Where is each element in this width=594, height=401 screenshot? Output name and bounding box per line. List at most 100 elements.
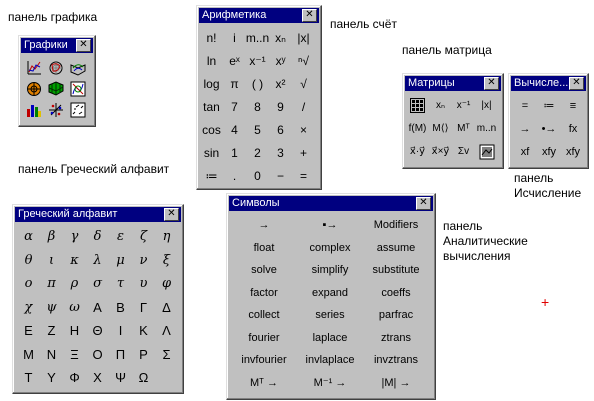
arith-key-28[interactable]: 3: [269, 141, 292, 164]
greek-letter-29[interactable]: Ζ: [40, 319, 63, 343]
symbolic-key-16[interactable]: laplace: [297, 327, 363, 350]
arith-key-19[interactable]: /: [292, 95, 315, 118]
greek-letter-23[interactable]: ω: [63, 296, 86, 320]
graph-tool-scatter-3d[interactable]: [67, 78, 89, 99]
greek-letter-5[interactable]: ζ: [132, 225, 155, 249]
symbolic-key-20[interactable]: invztrans: [363, 349, 429, 372]
greek-letter-46[interactable]: Ψ: [109, 366, 132, 390]
calculus-palette-close-button[interactable]: ✕: [569, 77, 584, 90]
arith-palette-close-button[interactable]: ✕: [302, 9, 317, 22]
greek-letter-21[interactable]: χ: [17, 296, 40, 320]
arith-key-7[interactable]: x⁻¹: [246, 49, 269, 72]
calculus-key-8[interactable]: xfy: [561, 140, 585, 163]
greek-letter-26[interactable]: Γ: [132, 296, 155, 320]
symbolic-key-5[interactable]: assume: [363, 237, 429, 260]
arith-key-15[interactable]: tan: [200, 95, 223, 118]
arith-key-6[interactable]: eˣ: [223, 49, 246, 72]
matrix-key-2[interactable]: x⁻¹: [452, 94, 475, 117]
greek-letter-41[interactable]: Σ: [155, 343, 178, 367]
greek-letter-2[interactable]: γ: [63, 225, 86, 249]
greek-letter-20[interactable]: φ: [155, 272, 178, 296]
arith-key-27[interactable]: 2: [246, 141, 269, 164]
arith-key-2[interactable]: m..n: [246, 26, 269, 49]
greek-letter-3[interactable]: δ: [86, 225, 109, 249]
greek-letter-22[interactable]: ψ: [40, 296, 63, 320]
arith-key-29[interactable]: +: [292, 141, 315, 164]
matrix-key-11[interactable]: [475, 140, 498, 163]
matrix-palette-close-button[interactable]: ✕: [484, 77, 499, 90]
arith-key-17[interactable]: 8: [246, 95, 269, 118]
graph-palette-close-button[interactable]: ✕: [76, 39, 91, 52]
greek-letter-28[interactable]: Ε: [17, 319, 40, 343]
greek-letter-14[interactable]: ο: [17, 272, 40, 296]
greek-letter-35[interactable]: Μ: [17, 343, 40, 367]
greek-letter-33[interactable]: Κ: [132, 319, 155, 343]
arith-key-23[interactable]: 6: [269, 118, 292, 141]
greek-letter-30[interactable]: Η: [63, 319, 86, 343]
calculus-key-4[interactable]: •→: [537, 117, 561, 140]
symbols-palette-titlebar[interactable]: Символы ✕: [229, 196, 433, 211]
greek-letter-47[interactable]: Ω: [132, 366, 155, 390]
arith-key-33[interactable]: −: [269, 164, 292, 187]
calculus-key-6[interactable]: xf: [513, 140, 537, 163]
greek-letter-34[interactable]: Λ: [155, 319, 178, 343]
matrix-palette-titlebar[interactable]: Матрицы ✕: [405, 76, 501, 91]
greek-letter-4[interactable]: ε: [109, 225, 132, 249]
arith-key-34[interactable]: =: [292, 164, 315, 187]
graph-tool-polar-plot[interactable]: [45, 57, 67, 78]
matrix-key-4[interactable]: f(M): [406, 117, 429, 140]
arith-key-5[interactable]: ln: [200, 49, 223, 72]
greek-letter-36[interactable]: Ν: [40, 343, 63, 367]
symbolic-key-4[interactable]: complex: [297, 237, 363, 260]
arith-key-24[interactable]: ×: [292, 118, 315, 141]
arith-key-20[interactable]: cos: [200, 118, 223, 141]
greek-letter-27[interactable]: Δ: [155, 296, 178, 320]
arith-key-32[interactable]: 0: [246, 164, 269, 187]
greek-letter-15[interactable]: π: [40, 272, 63, 296]
arith-key-26[interactable]: 1: [223, 141, 246, 164]
symbolic-key-8[interactable]: substitute: [363, 259, 429, 282]
symbolic-key-13[interactable]: series: [297, 304, 363, 327]
greek-letter-0[interactable]: α: [17, 225, 40, 249]
calculus-key-1[interactable]: ≔: [537, 94, 561, 117]
greek-letter-7[interactable]: θ: [17, 249, 40, 273]
graph-palette-titlebar[interactable]: Графики ✕: [21, 38, 93, 53]
matrix-key-5[interactable]: M⟨⟩: [429, 117, 452, 140]
greek-letter-32[interactable]: Ι: [109, 319, 132, 343]
arith-key-0[interactable]: n!: [200, 26, 223, 49]
greek-letter-38[interactable]: Ο: [86, 343, 109, 367]
greek-letter-44[interactable]: Φ: [63, 366, 86, 390]
arith-palette-titlebar[interactable]: Арифметика ✕: [199, 8, 319, 23]
matrix-key-10[interactable]: Σv: [452, 140, 475, 163]
arith-key-4[interactable]: |x|: [292, 26, 315, 49]
greek-palette-titlebar[interactable]: Греческий алфавит ✕: [15, 207, 181, 222]
symbolic-key-7[interactable]: simplify: [297, 259, 363, 282]
calculus-key-7[interactable]: xfy: [537, 140, 561, 163]
greek-letter-24[interactable]: Α: [86, 296, 109, 320]
symbolic-key-23[interactable]: |M| →: [363, 372, 429, 395]
greek-letter-13[interactable]: ξ: [155, 249, 178, 273]
symbolic-key-12[interactable]: collect: [231, 304, 297, 327]
arith-key-14[interactable]: √: [292, 72, 315, 95]
greek-letter-25[interactable]: Β: [109, 296, 132, 320]
matrix-key-6[interactable]: Mᵀ: [452, 117, 475, 140]
greek-letter-37[interactable]: Ξ: [63, 343, 86, 367]
greek-letter-10[interactable]: λ: [86, 249, 109, 273]
graph-tool-trace[interactable]: [67, 99, 89, 120]
symbolic-key-19[interactable]: invlaplace: [297, 349, 363, 372]
greek-letter-9[interactable]: κ: [63, 249, 86, 273]
arith-key-9[interactable]: ⁿ√: [292, 49, 315, 72]
graph-tool-vector-field[interactable]: [23, 99, 45, 120]
symbolic-key-10[interactable]: expand: [297, 282, 363, 305]
greek-letter-12[interactable]: ν: [132, 249, 155, 273]
arith-key-11[interactable]: π: [223, 72, 246, 95]
symbolic-key-2[interactable]: Modifiers: [363, 214, 429, 237]
symbols-palette-close-button[interactable]: ✕: [416, 197, 431, 210]
matrix-key-1[interactable]: xₙ: [429, 94, 452, 117]
graph-tool-contour-plot[interactable]: [23, 78, 45, 99]
arith-key-16[interactable]: 7: [223, 95, 246, 118]
symbolic-key-0[interactable]: →: [231, 214, 297, 237]
arith-key-13[interactable]: x²: [269, 72, 292, 95]
greek-letter-18[interactable]: τ: [109, 272, 132, 296]
matrix-key-3[interactable]: |x|: [475, 94, 498, 117]
